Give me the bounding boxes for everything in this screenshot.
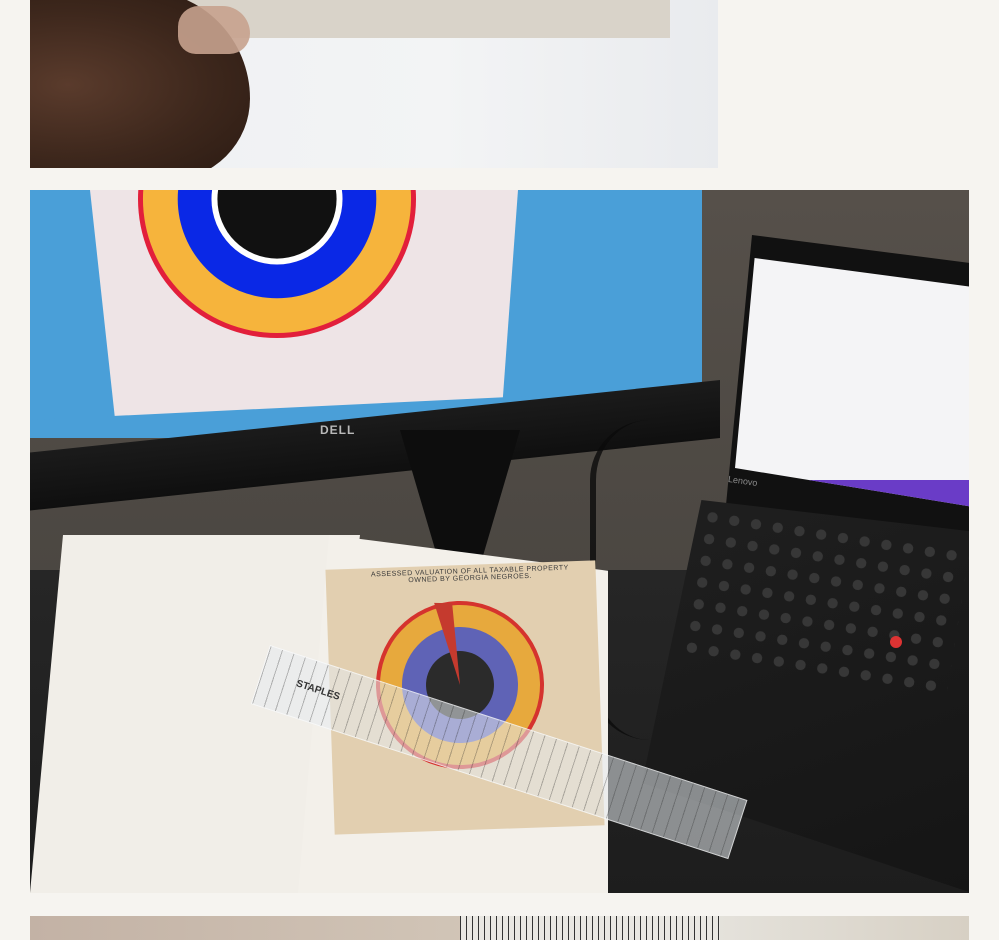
thumbnail (178, 6, 250, 54)
monitor-screen (30, 190, 700, 420)
photo-main: DELL Lenovo ASSESSED VALUATION OF ALL TA… (30, 190, 969, 893)
monitor: DELL (30, 190, 720, 512)
ring-chart-graphic (138, 190, 416, 338)
photo-bottom (30, 916, 969, 940)
trackpoint (890, 636, 902, 648)
photo-top (30, 0, 718, 168)
bottom-ruler (460, 916, 720, 940)
laptop-display (735, 258, 969, 508)
monitor-logo: DELL (320, 423, 356, 437)
